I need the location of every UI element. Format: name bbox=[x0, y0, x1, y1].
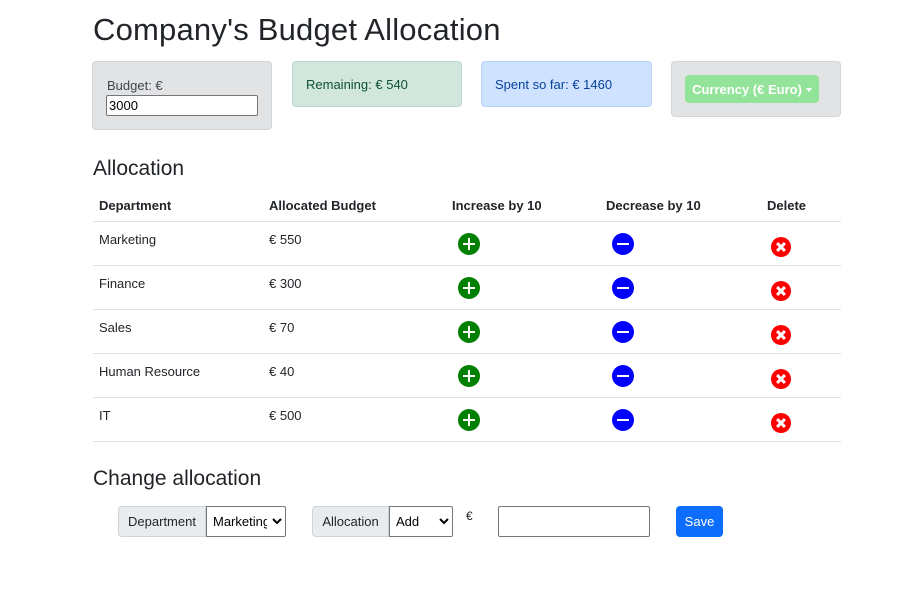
plus-circle-icon[interactable] bbox=[458, 320, 480, 343]
change-allocation-title: Change allocation bbox=[93, 467, 262, 490]
budget-cell: € 550 bbox=[263, 217, 446, 262]
allocation-select-label: Allocation bbox=[312, 506, 389, 537]
remaining-text: Remaining: € 540 bbox=[306, 77, 408, 92]
budget-cell: € 300 bbox=[263, 261, 446, 306]
department-select[interactable]: Marketing bbox=[206, 506, 286, 537]
budget-label: Budget: € bbox=[107, 78, 163, 93]
department-cell: Marketing bbox=[93, 217, 263, 262]
table-row: Human Resource € 40 bbox=[93, 349, 841, 398]
spent-card: Spent so far: € 1460 bbox=[481, 61, 652, 107]
department-cell: Sales bbox=[93, 305, 263, 350]
change-allocation-form: Department Marketing Allocation Add € Sa… bbox=[118, 506, 818, 537]
table-row: Sales € 70 bbox=[93, 305, 841, 354]
minus-circle-icon[interactable] bbox=[612, 232, 634, 255]
currency-dropdown-button[interactable]: Currency (€ Euro) bbox=[685, 75, 819, 103]
minus-circle-icon[interactable] bbox=[612, 364, 634, 387]
table-row: Marketing € 550 bbox=[93, 217, 841, 266]
x-circle-icon[interactable] bbox=[771, 324, 791, 345]
minus-circle-icon[interactable] bbox=[612, 276, 634, 299]
department-cell: Human Resource bbox=[93, 349, 263, 394]
allocation-title: Allocation bbox=[93, 157, 185, 180]
x-circle-icon[interactable] bbox=[771, 280, 791, 301]
allocation-type-select[interactable]: Add bbox=[389, 506, 453, 537]
budget-cell: € 40 bbox=[263, 349, 446, 394]
table-row: IT € 500 bbox=[93, 393, 841, 442]
currency-card: Currency (€ Euro) bbox=[671, 61, 841, 117]
header-increase: Increase by 10 bbox=[446, 189, 600, 222]
remaining-card: Remaining: € 540 bbox=[292, 61, 462, 107]
x-circle-icon[interactable] bbox=[771, 236, 791, 257]
budget-card: Budget: € bbox=[92, 61, 272, 130]
plus-circle-icon[interactable] bbox=[458, 364, 480, 387]
caret-down-icon bbox=[805, 87, 812, 92]
x-circle-icon[interactable] bbox=[771, 412, 791, 433]
department-select-label: Department bbox=[118, 506, 206, 537]
plus-circle-icon[interactable] bbox=[458, 232, 480, 255]
minus-circle-icon[interactable] bbox=[612, 408, 634, 431]
currency-symbol: € bbox=[466, 509, 473, 523]
spent-text: Spent so far: € 1460 bbox=[495, 77, 613, 92]
header-decrease: Decrease by 10 bbox=[600, 189, 761, 222]
budget-cell: € 70 bbox=[263, 305, 446, 350]
plus-circle-icon[interactable] bbox=[458, 408, 480, 431]
minus-circle-icon[interactable] bbox=[612, 320, 634, 343]
plus-circle-icon[interactable] bbox=[458, 276, 480, 299]
page-title: Company's Budget Allocation bbox=[93, 12, 501, 47]
budget-cell: € 500 bbox=[263, 393, 446, 438]
table-row: Finance € 300 bbox=[93, 261, 841, 310]
department-cell: Finance bbox=[93, 261, 263, 306]
x-circle-icon[interactable] bbox=[771, 368, 791, 389]
amount-input[interactable] bbox=[498, 506, 650, 537]
budget-input[interactable] bbox=[106, 95, 258, 116]
header-delete: Delete bbox=[761, 189, 841, 222]
allocation-table: Department Allocated Budget Increase by … bbox=[93, 189, 841, 442]
currency-label: Currency (€ Euro) bbox=[692, 81, 802, 97]
save-button[interactable]: Save bbox=[676, 506, 723, 537]
department-cell: IT bbox=[93, 393, 263, 438]
